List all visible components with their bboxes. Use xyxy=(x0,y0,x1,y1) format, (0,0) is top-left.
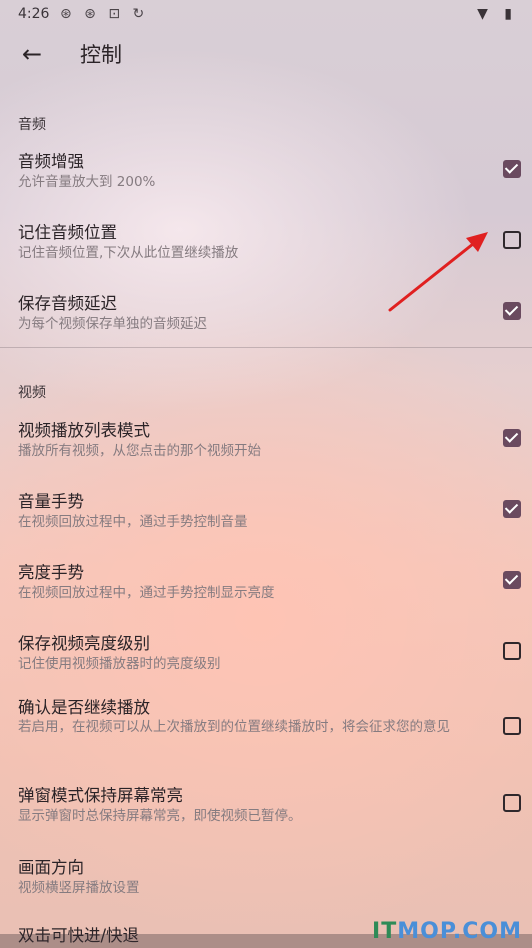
watermark-rest: MOP.COM xyxy=(397,919,522,944)
checkbox-audio-boost[interactable] xyxy=(503,160,521,178)
setting-title: 画面方向 xyxy=(18,858,84,877)
setting-title: 记住音频位置 xyxy=(18,223,117,242)
setting-subtitle: 视频横竖屏播放设置 xyxy=(18,880,140,896)
checkbox-save-video-brightness[interactable] xyxy=(503,642,521,660)
status-time: 4:26 xyxy=(18,6,50,22)
setting-audio-boost[interactable]: 音频增强 允许音量放大到 200% xyxy=(0,140,532,204)
watermark: ITMOP.COM xyxy=(372,919,522,944)
setting-title: 视频播放列表模式 xyxy=(18,421,150,440)
setting-subtitle: 允许音量放大到 200% xyxy=(18,174,156,190)
setting-title: 音量手势 xyxy=(18,492,84,511)
section-divider xyxy=(0,347,532,348)
setting-save-video-brightness[interactable]: 保存视频亮度级别 记住使用视频播放器时的亮度级别 xyxy=(0,622,532,686)
setting-popup-keep-screen-on[interactable]: 弹窗模式保持屏幕常亮 显示弹窗时总保持屏幕常亮，即使视频已暂停。 xyxy=(0,776,532,840)
setting-subtitle: 在视频回放过程中，通过手势控制音量 xyxy=(18,514,248,530)
setting-brightness-gesture[interactable]: 亮度手势 在视频回放过程中，通过手势控制显示亮度 xyxy=(0,551,532,615)
setting-subtitle: 显示弹窗时总保持屏幕常亮，即使视频已暂停。 xyxy=(18,808,302,824)
setting-title: 保存视频亮度级别 xyxy=(18,634,150,653)
wifi-battery-icons: ▼ ▮ xyxy=(477,6,518,22)
setting-title: 亮度手势 xyxy=(18,563,84,582)
setting-title: 弹窗模式保持屏幕常亮 xyxy=(18,786,183,805)
setting-subtitle: 播放所有视频，从您点击的那个视频开始 xyxy=(18,443,261,459)
setting-subtitle: 在视频回放过程中，通过手势控制显示亮度 xyxy=(18,585,275,601)
setting-screen-orientation[interactable]: 画面方向 视频横竖屏播放设置 xyxy=(0,846,532,910)
back-arrow-icon[interactable]: ← xyxy=(18,40,46,68)
setting-subtitle: 记住使用视频播放器时的亮度级别 xyxy=(18,656,221,672)
checkbox-video-playlist-mode[interactable] xyxy=(503,429,521,447)
section-header-audio: 音频 xyxy=(18,117,46,133)
annotation-arrow-icon xyxy=(388,232,488,312)
section-header-video: 视频 xyxy=(18,385,46,401)
setting-volume-gesture[interactable]: 音量手势 在视频回放过程中，通过手势控制音量 xyxy=(0,480,532,544)
toolbar: ← 控制 xyxy=(0,28,532,80)
page-title: 控制 xyxy=(80,43,122,67)
watermark-prefix: IT xyxy=(372,919,398,944)
status-bar: 4:26 ⊛ ⊛ ⊡ ↻ ▼ ▮ xyxy=(0,0,532,28)
checkbox-remember-audio-position[interactable] xyxy=(503,231,521,249)
checkbox-confirm-resume[interactable] xyxy=(503,717,521,735)
setting-subtitle: 若启用，在视频可以从上次播放到的位置继续播放时，将会征求您的意见 xyxy=(18,719,450,735)
checkbox-popup-keep-screen-on[interactable] xyxy=(503,794,521,812)
setting-title: 保存音频延迟 xyxy=(18,294,117,313)
setting-confirm-resume[interactable]: 确认是否继续播放 若启用，在视频可以从上次播放到的位置继续播放时，将会征求您的意… xyxy=(0,688,532,768)
checkbox-volume-gesture[interactable] xyxy=(503,500,521,518)
notification-icons: ⊛ ⊛ ⊡ ↻ xyxy=(60,6,149,22)
checkbox-brightness-gesture[interactable] xyxy=(503,571,521,589)
checkbox-save-audio-delay[interactable] xyxy=(503,302,521,320)
setting-video-playlist-mode[interactable]: 视频播放列表模式 播放所有视频，从您点击的那个视频开始 xyxy=(0,409,532,473)
setting-title: 音频增强 xyxy=(18,152,84,171)
